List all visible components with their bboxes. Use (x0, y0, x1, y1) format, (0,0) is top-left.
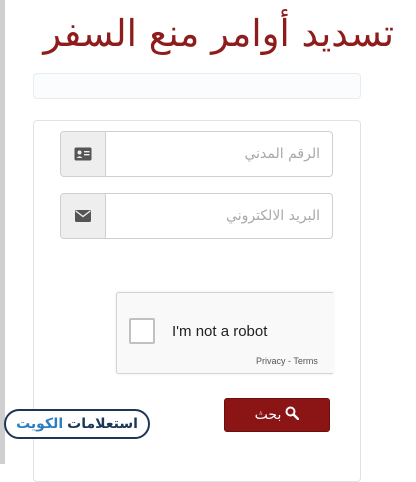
captcha-checkbox[interactable] (129, 318, 155, 344)
notice-bar (33, 73, 361, 99)
envelope-icon (61, 194, 106, 238)
brand-logo: استعلامات الكويت (4, 409, 150, 439)
page-title: تسديد أوامر منع السفر (43, 12, 394, 55)
privacy-link[interactable]: Privacy (256, 356, 286, 366)
page-left-rule (0, 0, 5, 464)
search-icon (285, 406, 300, 424)
brand-text-primary: استعلامات (67, 416, 138, 432)
recaptcha-widget: I'm not a robot Privacy - Terms (116, 292, 333, 374)
email-field[interactable] (106, 194, 332, 238)
search-button-label: بحث (254, 407, 282, 423)
search-button[interactable]: بحث (224, 398, 330, 432)
id-card-icon (61, 132, 106, 176)
brand-text-secondary: الكويت (16, 416, 64, 432)
captcha-label: I'm not a robot (172, 323, 268, 340)
civil-id-field[interactable] (106, 132, 332, 176)
terms-link[interactable]: Terms (293, 356, 318, 366)
email-group (60, 193, 333, 239)
civil-id-group (60, 131, 333, 177)
captcha-links: Privacy - Terms (256, 356, 318, 366)
